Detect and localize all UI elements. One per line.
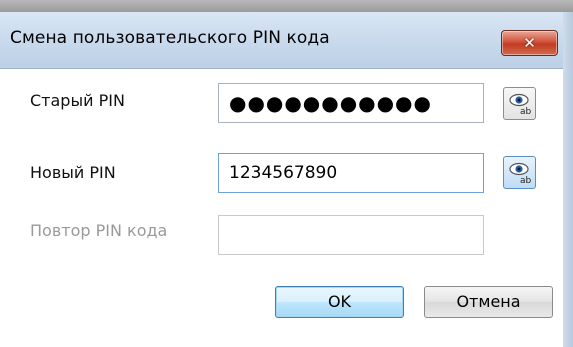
old-pin-field[interactable] — [218, 83, 484, 123]
ok-button[interactable]: OK — [275, 286, 404, 318]
new-pin-label: Новый PIN — [30, 163, 116, 182]
repeat-pin-field[interactable] — [218, 215, 484, 255]
eye-icon: ab — [509, 162, 532, 185]
close-icon: ✕ — [523, 34, 536, 52]
window-title: Смена пользовательского PIN кода — [10, 28, 330, 48]
eye-icon: ab — [509, 93, 532, 116]
screen-top-strip — [0, 0, 573, 12]
show-new-pin-button[interactable]: ab — [503, 156, 536, 189]
close-button[interactable]: ✕ — [501, 30, 558, 56]
new-pin-field[interactable] — [218, 153, 484, 193]
title-bar[interactable]: Смена пользовательского PIN кода ✕ — [0, 12, 573, 69]
repeat-pin-label: Повтор PIN кода — [30, 221, 168, 240]
old-pin-label: Старый PIN — [30, 91, 125, 110]
repeat-pin-input[interactable] — [219, 216, 483, 254]
old-pin-input[interactable] — [219, 84, 483, 122]
cancel-button[interactable]: Отмена — [424, 286, 553, 318]
window-right-border — [563, 12, 573, 347]
svg-text:ab: ab — [520, 176, 532, 185]
new-pin-input[interactable] — [219, 154, 483, 192]
svg-text:ab: ab — [520, 107, 532, 116]
dialog-body: Старый PIN ab Новый PIN ab Повтор PIN ко… — [0, 69, 563, 347]
show-old-pin-button[interactable]: ab — [503, 87, 536, 120]
